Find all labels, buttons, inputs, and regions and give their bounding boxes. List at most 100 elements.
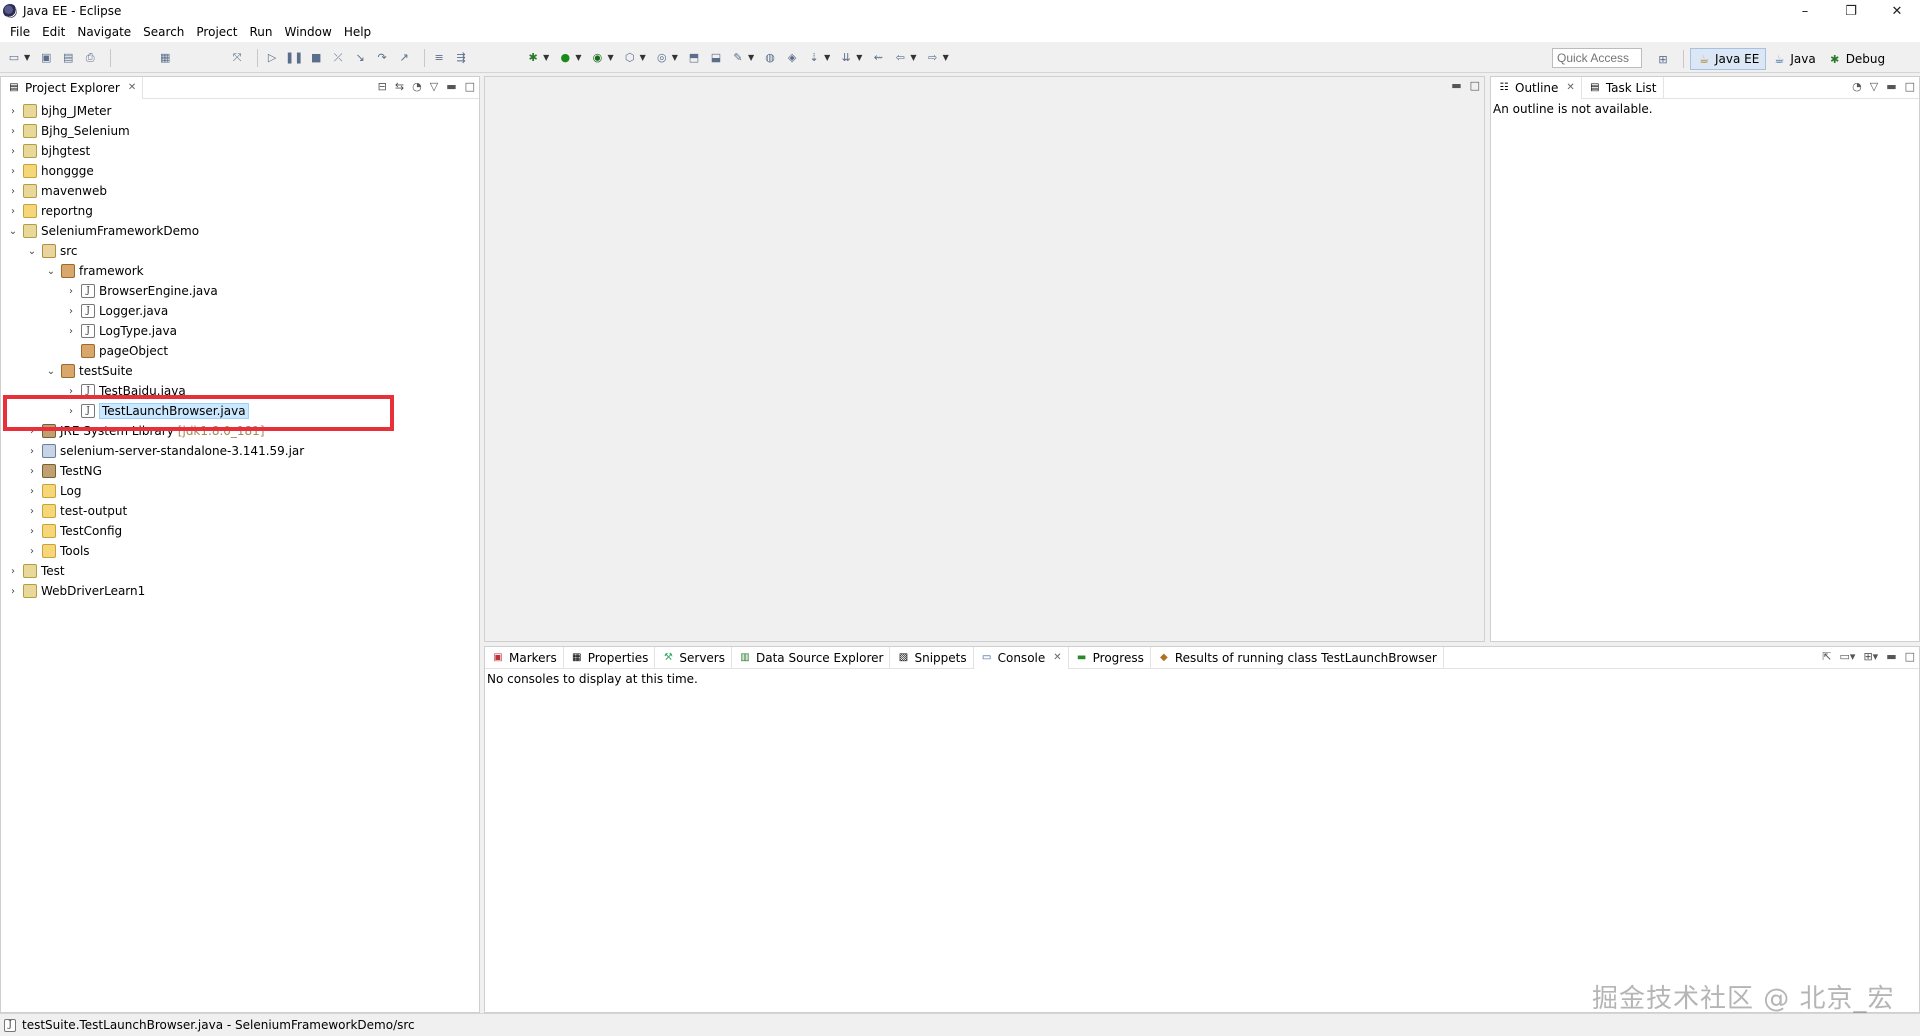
- tab-snippets[interactable]: ▧ Snippets: [890, 646, 974, 669]
- tree-item[interactable]: › reportng: [1, 201, 479, 221]
- tab-console[interactable]: ▭ Console ✕: [973, 646, 1069, 669]
- tree-item[interactable]: ⌄ framework: [1, 261, 479, 281]
- tree-item[interactable]: › WebDriverLearn1: [1, 581, 479, 601]
- maximize-view-icon[interactable]: □: [1905, 80, 1915, 93]
- run-dropdown-icon[interactable]: ▼: [575, 53, 581, 62]
- search-dropdown-icon[interactable]: ▼: [748, 53, 754, 62]
- tree-item[interactable]: › selenium-server-standalone-3.141.59.jar: [1, 441, 479, 461]
- tab-servers[interactable]: ⚒ Servers: [655, 646, 732, 669]
- minimize-button[interactable]: –: [1782, 0, 1828, 22]
- tree-item-selected[interactable]: › J TestLaunchBrowser.java: [1, 401, 479, 421]
- quick-access-input[interactable]: [1552, 48, 1642, 68]
- print-icon[interactable]: ⎙: [82, 50, 98, 66]
- open-perspective-icon[interactable]: ▦: [157, 50, 173, 66]
- forward-icon[interactable]: ⇨: [925, 50, 941, 66]
- new-server-dropdown-icon[interactable]: ▼: [672, 53, 678, 62]
- debug-dropdown-icon[interactable]: ▼: [543, 53, 549, 62]
- back-icon[interactable]: ⇦: [892, 50, 908, 66]
- chevron-right-icon[interactable]: ›: [65, 306, 77, 317]
- chevron-right-icon[interactable]: ›: [26, 446, 38, 457]
- minimize-view-icon[interactable]: ▬: [1451, 79, 1461, 92]
- close-icon[interactable]: ✕: [1053, 652, 1061, 663]
- new-server-icon[interactable]: ◎: [654, 50, 670, 66]
- maximize-view-icon[interactable]: □: [1470, 79, 1480, 92]
- chevron-down-icon[interactable]: ⌄: [7, 226, 19, 237]
- web-browser-icon[interactable]: ◍: [762, 50, 778, 66]
- drop-to-frame-icon[interactable]: ≡: [431, 50, 447, 66]
- menu-project[interactable]: Project: [190, 25, 243, 39]
- menu-help[interactable]: Help: [338, 25, 377, 39]
- external-tools-dropdown-icon[interactable]: ▼: [640, 53, 646, 62]
- last-edit-icon[interactable]: ⇜: [870, 50, 886, 66]
- tree-item[interactable]: › Bjhg_Selenium: [1, 121, 479, 141]
- tree-item[interactable]: › TestConfig: [1, 521, 479, 541]
- tab-data-source-explorer[interactable]: ▥ Data Source Explorer: [732, 646, 891, 669]
- coverage-dropdown-icon[interactable]: ▼: [607, 53, 613, 62]
- coverage-icon[interactable]: ◉: [589, 50, 605, 66]
- chevron-right-icon[interactable]: ›: [65, 386, 77, 397]
- debug-icon[interactable]: ✱: [525, 50, 541, 66]
- chevron-down-icon[interactable]: ⌄: [26, 246, 38, 257]
- run-icon[interactable]: ●: [557, 50, 573, 66]
- minimize-view-icon[interactable]: ▬: [1886, 650, 1896, 663]
- tree-item[interactable]: ⌄ src: [1, 241, 479, 261]
- tree-item[interactable]: ⌄ testSuite: [1, 361, 479, 381]
- new-icon[interactable]: ▭: [6, 50, 22, 66]
- chevron-right-icon[interactable]: ›: [26, 486, 38, 497]
- step-over-icon[interactable]: ↷: [374, 50, 390, 66]
- tree-item[interactable]: › JRE System Library [jdk1.8.0_181]: [1, 421, 479, 441]
- menu-navigate[interactable]: Navigate: [71, 25, 137, 39]
- tree-item[interactable]: › TestNG: [1, 461, 479, 481]
- chevron-right-icon[interactable]: ›: [7, 206, 19, 217]
- suspend-icon[interactable]: ❚❚: [285, 50, 303, 66]
- tree-item[interactable]: › Log: [1, 481, 479, 501]
- tab-properties[interactable]: ▦ Properties: [564, 646, 656, 669]
- back-dropdown-icon[interactable]: ▼: [910, 53, 916, 62]
- save-icon[interactable]: ▣: [38, 50, 54, 66]
- chevron-right-icon[interactable]: ›: [65, 286, 77, 297]
- save-all-icon[interactable]: ▤: [60, 50, 76, 66]
- view-menu-icon[interactable]: ▽: [430, 80, 438, 93]
- disconnect-icon[interactable]: ⤫: [330, 50, 346, 66]
- close-icon[interactable]: ✕: [1566, 82, 1574, 93]
- open-resource-icon[interactable]: ⬓: [708, 50, 724, 66]
- tree-item[interactable]: › test-output: [1, 501, 479, 521]
- menu-run[interactable]: Run: [243, 25, 278, 39]
- tab-testng-results[interactable]: ◆ Results of running class TestLaunchBrow…: [1151, 646, 1444, 669]
- restore-button[interactable]: ❐: [1828, 0, 1874, 22]
- tree-item[interactable]: › Test: [1, 561, 479, 581]
- tab-outline[interactable]: ☷ Outline ✕: [1491, 76, 1582, 99]
- step-into-icon[interactable]: ↘: [352, 50, 368, 66]
- menu-edit[interactable]: Edit: [36, 25, 71, 39]
- tree-item[interactable]: › J Logger.java: [1, 301, 479, 321]
- forward-dropdown-icon[interactable]: ▼: [943, 53, 949, 62]
- tree-item[interactable]: › bjhg_JMeter: [1, 101, 479, 121]
- chevron-right-icon[interactable]: ›: [65, 406, 77, 417]
- tab-task-list[interactable]: ▤ Task List: [1582, 76, 1664, 99]
- chevron-down-icon[interactable]: ⌄: [45, 266, 57, 277]
- chevron-right-icon[interactable]: ›: [7, 146, 19, 157]
- menu-window[interactable]: Window: [278, 25, 337, 39]
- close-icon[interactable]: ✕: [128, 82, 136, 93]
- link-with-editor-icon[interactable]: ⇆: [395, 80, 404, 93]
- menu-file[interactable]: File: [4, 25, 36, 39]
- chevron-right-icon[interactable]: ›: [26, 506, 38, 517]
- tree-item[interactable]: ⌄ SeleniumFrameworkDemo: [1, 221, 479, 241]
- chevron-right-icon[interactable]: ›: [26, 546, 38, 557]
- tab-project-explorer[interactable]: ▤ Project Explorer ✕: [1, 76, 144, 99]
- terminate-icon[interactable]: ■: [308, 50, 324, 66]
- display-console-icon[interactable]: ▭▾: [1840, 650, 1856, 663]
- step-return-icon[interactable]: ↗: [396, 50, 412, 66]
- annotation-icon[interactable]: ⇣: [806, 50, 822, 66]
- close-window-button[interactable]: ✕: [1874, 0, 1920, 22]
- tree-item[interactable]: › mavenweb: [1, 181, 479, 201]
- skip-breakpoints-icon[interactable]: ⤧: [229, 50, 245, 66]
- use-step-filters-icon[interactable]: ⇶: [453, 50, 469, 66]
- next-annotation-icon[interactable]: ⇊: [838, 50, 854, 66]
- tree-item[interactable]: › honggge: [1, 161, 479, 181]
- perspective-java-ee[interactable]: ☕ Java EE: [1690, 48, 1767, 70]
- perspective-java[interactable]: ☕ Java: [1766, 48, 1821, 70]
- open-type-icon[interactable]: ⬒: [686, 50, 702, 66]
- tree-item[interactable]: › bjhgtest: [1, 141, 479, 161]
- chevron-right-icon[interactable]: ›: [26, 466, 38, 477]
